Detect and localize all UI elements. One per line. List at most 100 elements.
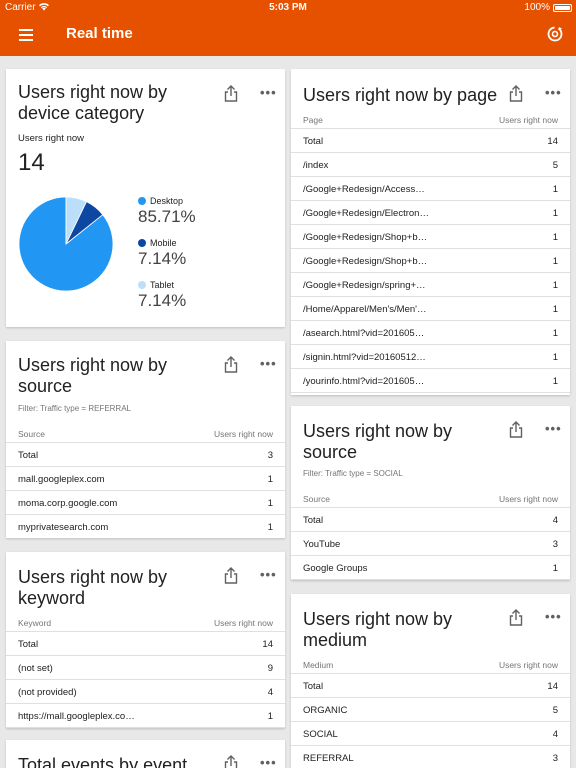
table-row[interactable]: SOCIAL 4 [291, 722, 570, 746]
share-icon[interactable] [509, 85, 525, 103]
table-row[interactable]: Total 14 [6, 632, 285, 656]
share-icon[interactable] [224, 567, 240, 585]
column-header-users: Users right now [213, 429, 273, 439]
column-header-source: Source [303, 494, 330, 504]
source-referral-card: Users right now by source ••• Filter: Tr… [6, 341, 285, 538]
table-row[interactable]: myprivatesearch.com 1 [6, 515, 285, 538]
legend-dot-mobile [138, 239, 146, 247]
table-row[interactable]: /asearch.html?vid=201605… 1 [291, 321, 570, 345]
row-value: 14 [262, 639, 273, 650]
row-value: 1 [552, 563, 558, 574]
share-icon[interactable] [224, 755, 240, 768]
users-right-now-label: Users right now [18, 133, 84, 144]
card-title: Users right now by page [303, 85, 498, 105]
table-row[interactable]: Total 14 [291, 129, 570, 153]
row-value: 1 [267, 498, 273, 509]
legend-label-tablet: Tablet [150, 280, 175, 290]
page-card: Users right now by page ••• Page Users r… [291, 69, 570, 395]
row-value: 5 [552, 160, 558, 171]
status-bar: Carrier 5:03 PM 100% [0, 0, 576, 16]
card-title-line: source [303, 442, 358, 462]
table-row[interactable]: mall.googleplex.com 1 [6, 467, 285, 491]
row-label: Total [303, 681, 324, 692]
table-row[interactable]: Total 3 [6, 443, 285, 467]
source-social-card: Users right now by source ••• Filter: Tr… [291, 406, 570, 580]
row-label: (not provided) [18, 687, 77, 698]
row-label: /Google+Redesign/spring+… [303, 280, 426, 291]
card-title-line: Users right now by [18, 355, 168, 375]
more-options-icon[interactable]: ••• [545, 609, 563, 624]
card-title: Total events by event [18, 755, 188, 768]
more-options-icon[interactable]: ••• [260, 567, 278, 582]
card-title: Users right now by source [303, 421, 452, 463]
row-value: 4 [552, 515, 558, 526]
share-icon[interactable] [224, 85, 240, 103]
table-row[interactable]: /yourinfo.html?vid=201605… 1 [291, 369, 570, 393]
table-row[interactable]: REFERRAL 3 [291, 746, 570, 768]
row-label: SOCIAL [303, 729, 338, 740]
table-row[interactable]: YouTube 3 [291, 532, 570, 556]
table-row[interactable]: Total 14 [291, 674, 570, 698]
row-label: /Google+Redesign/Access… [303, 184, 425, 195]
legend-value-mobile: 7.14% [138, 249, 187, 268]
row-label: /Google+Redesign/Shop+b… [303, 256, 428, 267]
table-row[interactable]: Google Groups 1 [291, 556, 570, 580]
more-options-icon[interactable]: ••• [260, 85, 278, 100]
device-pie-chart [18, 196, 114, 292]
table-row[interactable]: /Google+Redesign/spring+… 1 [291, 273, 570, 297]
legend-value-desktop: 85.71% [138, 207, 196, 226]
column-header-page: Page [303, 115, 323, 125]
menu-icon[interactable] [19, 27, 35, 43]
more-options-icon[interactable]: ••• [545, 421, 563, 436]
realtime-icon[interactable] [546, 25, 564, 43]
row-label: Total [303, 136, 324, 147]
legend-label-desktop: Desktop [150, 196, 184, 206]
more-options-icon[interactable]: ••• [545, 85, 563, 100]
card-title: Users right now by keyword [18, 567, 167, 609]
column-header-users: Users right now [498, 115, 558, 125]
table-header: Medium Users right now [291, 652, 570, 674]
row-label: REFERRAL [303, 753, 354, 764]
table-row[interactable]: /signin.html?vid=20160512… 1 [291, 345, 570, 369]
row-value: 1 [552, 256, 558, 267]
legend-value-tablet: 7.14% [138, 291, 187, 310]
column-header-users: Users right now [213, 618, 273, 628]
share-icon[interactable] [224, 356, 240, 374]
row-label: /signin.html?vid=20160512… [303, 352, 426, 363]
table-row[interactable]: moma.corp.google.com 1 [6, 491, 285, 515]
table-row[interactable]: Total 4 [291, 508, 570, 532]
table-row[interactable]: /Home/Apparel/Men's/Men'… 1 [291, 297, 570, 321]
table-row[interactable]: /Google+Redesign/Shop+b… 1 [291, 225, 570, 249]
row-label: /Google+Redesign/Electron… [303, 208, 429, 219]
row-label: (not set) [18, 663, 53, 674]
share-icon[interactable] [509, 421, 525, 439]
row-value: 1 [552, 304, 558, 315]
table-header: Source Users right now [291, 486, 570, 508]
battery-percent: 100% [524, 2, 550, 13]
card-title: Users right now by device category [18, 82, 167, 124]
legend-label-mobile: Mobile [150, 238, 177, 248]
more-options-icon[interactable]: ••• [260, 356, 278, 371]
share-icon[interactable] [509, 609, 525, 627]
more-options-icon[interactable]: ••• [260, 755, 278, 768]
row-value: 9 [267, 663, 273, 674]
table-row[interactable]: /Google+Redesign/Electron… 1 [291, 201, 570, 225]
row-label: https://mall.googleplex.co… [18, 711, 135, 722]
row-value: 3 [552, 539, 558, 550]
row-value: 14 [547, 681, 558, 692]
row-value: 1 [552, 184, 558, 195]
table-row[interactable]: /Google+Redesign/Access… 1 [291, 177, 570, 201]
row-label: ORGANIC [303, 705, 348, 716]
table-row[interactable]: (not set) 9 [6, 656, 285, 680]
card-title-line: device category [18, 103, 145, 123]
row-label: mall.googleplex.com [18, 474, 105, 485]
table-row[interactable]: ORGANIC 5 [291, 698, 570, 722]
table-row[interactable]: (not provided) 4 [6, 680, 285, 704]
table-row[interactable]: /index 5 [291, 153, 570, 177]
table-row[interactable]: /Google+Redesign/Shop+b… 1 [291, 249, 570, 273]
table-header: Source Users right now [6, 421, 285, 443]
card-title-line: medium [303, 630, 368, 650]
table-row[interactable]: https://mall.googleplex.co… 1 [6, 704, 285, 728]
card-title-line: source [18, 376, 73, 396]
row-label: /yourinfo.html?vid=201605… [303, 376, 425, 387]
